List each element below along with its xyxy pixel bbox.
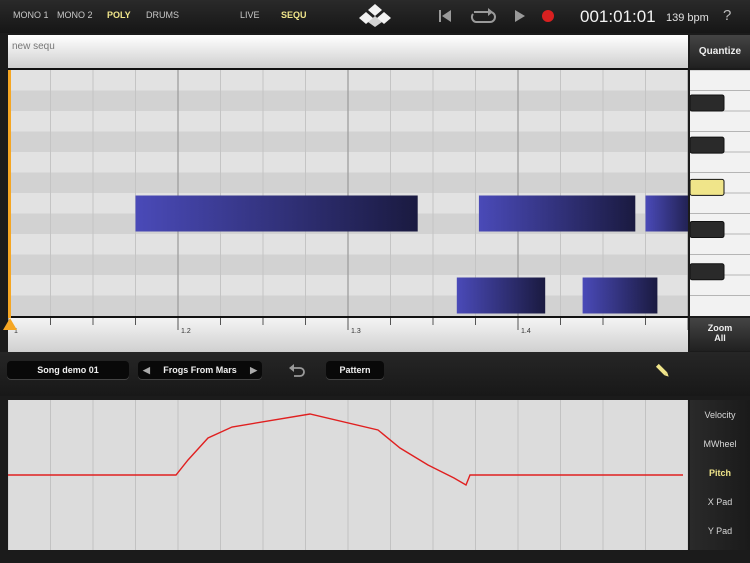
zoom-label: Zoom xyxy=(707,323,733,333)
pencil-icon[interactable] xyxy=(654,362,672,380)
black-key xyxy=(690,221,725,239)
black-key xyxy=(690,263,725,281)
pattern-button[interactable]: Pattern xyxy=(326,361,384,379)
param-pitch[interactable]: Pitch xyxy=(690,468,750,478)
tempo-readout[interactable]: 139 bpm xyxy=(666,12,709,24)
play-icon[interactable] xyxy=(514,9,526,23)
quantize-button[interactable]: Quantize xyxy=(690,35,750,68)
automation-lane[interactable] xyxy=(8,400,688,550)
tab-mono-1[interactable]: MONO 1 xyxy=(13,10,49,20)
record-icon[interactable] xyxy=(542,10,554,22)
param-mwheel[interactable]: MWheel xyxy=(690,439,750,449)
pattern-name: Frogs From Mars xyxy=(163,365,237,375)
song-selector[interactable]: Song demo 01 xyxy=(7,361,129,379)
param-x-pad[interactable]: X Pad xyxy=(690,497,750,507)
sequence-name[interactable]: new sequ xyxy=(12,41,55,52)
tab-mono-2[interactable]: MONO 2 xyxy=(57,10,93,20)
logo-icon xyxy=(359,4,391,27)
playhead-handle-icon[interactable] xyxy=(2,317,18,331)
prev-pattern-icon[interactable]: ◀ xyxy=(143,361,150,379)
position-readout: 001:01:01 xyxy=(580,7,656,26)
piano-keyboard[interactable] xyxy=(690,70,750,316)
rewind-icon[interactable] xyxy=(438,9,452,23)
param-velocity[interactable]: Velocity xyxy=(690,410,750,420)
black-key xyxy=(690,94,725,112)
piano-roll-grid[interactable] xyxy=(8,70,688,316)
active-key xyxy=(690,178,725,196)
sequence-name-bar[interactable] xyxy=(8,35,688,70)
note-block xyxy=(135,195,418,232)
next-pattern-icon[interactable]: ▶ xyxy=(250,361,257,379)
undo-icon[interactable] xyxy=(288,362,306,378)
playhead-line[interactable] xyxy=(8,70,11,318)
tab-poly[interactable]: POLY xyxy=(107,10,131,20)
param-y-pad[interactable]: Y Pad xyxy=(690,526,750,536)
note-block xyxy=(645,195,688,232)
black-key xyxy=(690,136,725,154)
view-sequ[interactable]: SEQU xyxy=(281,10,307,20)
note-block xyxy=(582,277,658,314)
note-block xyxy=(478,195,636,232)
zoom-all-label: All xyxy=(714,333,726,343)
loop-icon[interactable] xyxy=(468,6,498,26)
pitch-curve xyxy=(8,413,683,487)
note-block xyxy=(456,277,546,314)
ruler-ticks xyxy=(8,318,688,330)
help-button[interactable]: ? xyxy=(723,7,731,24)
view-live[interactable]: LIVE xyxy=(240,10,260,20)
pattern-selector[interactable]: ◀ Frogs From Mars ▶ xyxy=(138,361,262,379)
zoom-all-button[interactable]: Zoom All xyxy=(690,318,750,351)
tab-drums[interactable]: DRUMS xyxy=(146,10,179,20)
